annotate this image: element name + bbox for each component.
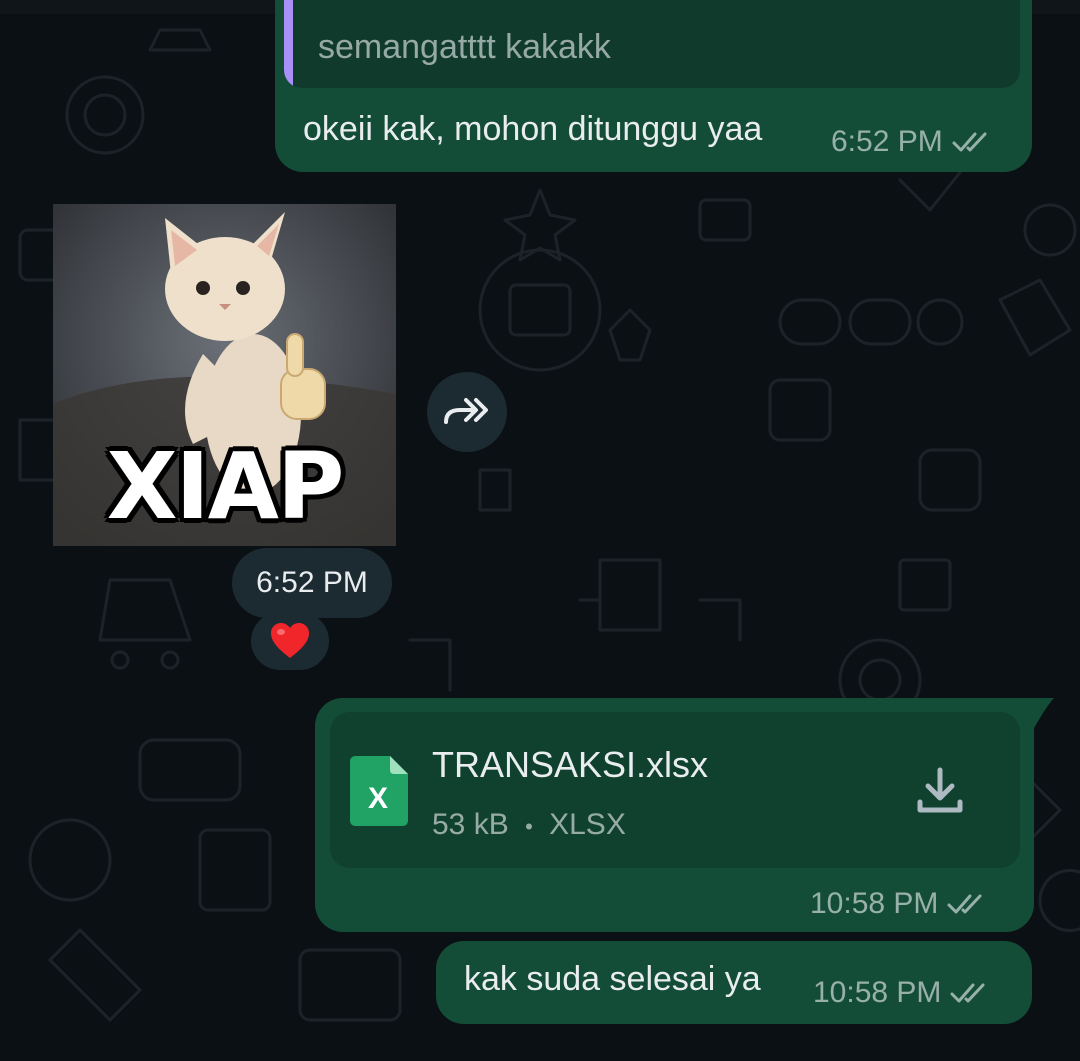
file-type-letter: X <box>368 782 389 815</box>
reaction-badge[interactable] <box>251 612 329 670</box>
sticker-time: 6:52 PM <box>232 548 392 618</box>
file-type: XLSX <box>549 808 626 841</box>
message-meta: 10:58 PM <box>813 976 989 1010</box>
file-attachment[interactable]: X TRANSAKSI.xlsx 53 kB • XLSX <box>330 712 1020 868</box>
quoted-message[interactable]: semangatttt kakakk <box>284 0 1020 88</box>
message-meta: 10:58 PM <box>810 887 986 921</box>
double-check-icon <box>950 983 985 1003</box>
double-check-icon <box>952 132 987 152</box>
message-time: 10:58 PM <box>813 976 942 1009</box>
message-time: 6:52 PM <box>831 125 943 158</box>
heart-icon <box>271 623 309 658</box>
forward-icon <box>444 398 488 424</box>
file-name: TRANSAKSI.xlsx <box>432 744 709 785</box>
quoted-message-text: semangatttt kakakk <box>318 28 611 66</box>
sticker-image[interactable]: XIAP <box>53 204 396 546</box>
message-text: kak suda selesai ya <box>464 960 761 998</box>
download-icon[interactable] <box>912 762 968 818</box>
double-check-icon <box>947 894 982 914</box>
sticker-caption: XIAP <box>106 433 345 540</box>
forward-button[interactable] <box>427 372 507 452</box>
file-info-separator: • <box>525 814 533 839</box>
quote-accent-bar <box>284 0 293 88</box>
message-time: 6:52 PM <box>256 566 368 599</box>
file-size: 53 kB <box>432 808 509 841</box>
message-meta: 6:52 PM <box>831 125 991 159</box>
bubble-tail <box>1018 698 1054 728</box>
file-info: 53 kB • XLSX <box>432 808 626 842</box>
message-text: okeii kak, mohon ditunggu yaa <box>303 110 763 148</box>
message-time: 10:58 PM <box>810 887 939 920</box>
